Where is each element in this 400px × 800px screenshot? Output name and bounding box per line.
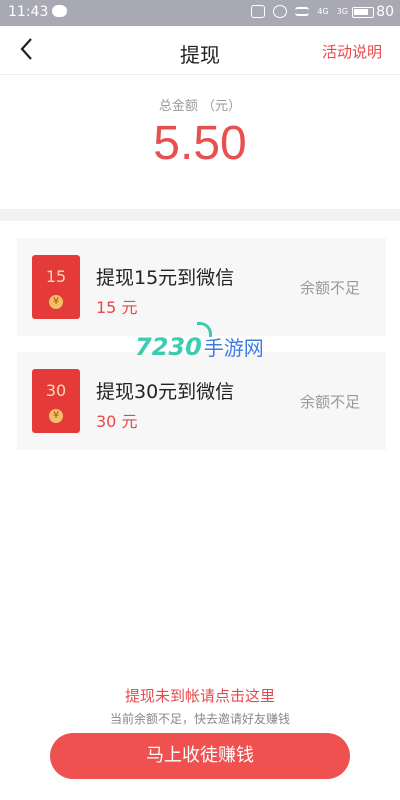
withdraw-help-link[interactable]: 提现未到帐请点击这里: [0, 685, 400, 706]
status-time: 11:43: [8, 4, 49, 20]
option-title: 提现15元到微信: [96, 267, 235, 289]
recruit-button[interactable]: 马上收徒赚钱: [50, 733, 350, 779]
withdraw-option-30[interactable]: 30 ¥ 提现30元到微信 30 元 余额不足: [17, 352, 386, 450]
signal-3g-icon: 3G: [336, 6, 348, 16]
option-title: 提现30元到微信: [96, 381, 235, 403]
battery-icon: [352, 7, 374, 18]
status-bar: 11:43 4G 3G 80: [0, 0, 400, 26]
wifi-icon: [295, 7, 310, 16]
signal-4g-icon: 4G: [317, 6, 329, 16]
battery-percent: 80: [376, 4, 394, 20]
status-icons: 4G 3G: [251, 5, 348, 18]
envelope-amount: 30: [45, 381, 67, 400]
option-status: 余额不足: [299, 279, 360, 297]
balance-hint: 当前余额不足，快去邀请好友赚钱: [109, 712, 290, 726]
activity-rules-link[interactable]: 活动说明: [322, 41, 382, 62]
coin-icon: ¥: [49, 295, 63, 309]
watermark-text: 手游网: [203, 336, 264, 360]
watermark-number: 7230: [135, 332, 202, 361]
envelope-amount: 15: [45, 267, 67, 286]
option-amount: 30 元: [96, 412, 138, 431]
balance-amount: 5.50: [153, 117, 247, 170]
section-divider: [0, 209, 400, 221]
nav-header: 提现 活动说明: [0, 26, 400, 75]
balance-label: 总金额 （元）: [158, 99, 242, 114]
battery-fill: [354, 9, 368, 15]
option-amount: 15 元: [96, 298, 138, 317]
vibrate-icon: [251, 5, 266, 18]
red-envelope-icon: 30 ¥: [32, 369, 80, 433]
option-status: 余额不足: [299, 393, 360, 411]
red-envelope-icon: 15 ¥: [32, 255, 80, 319]
message-icon: [52, 5, 67, 17]
coin-icon: ¥: [49, 409, 63, 423]
alarm-icon: [273, 5, 288, 18]
watermark-logo: 7230 手游网: [135, 322, 264, 361]
